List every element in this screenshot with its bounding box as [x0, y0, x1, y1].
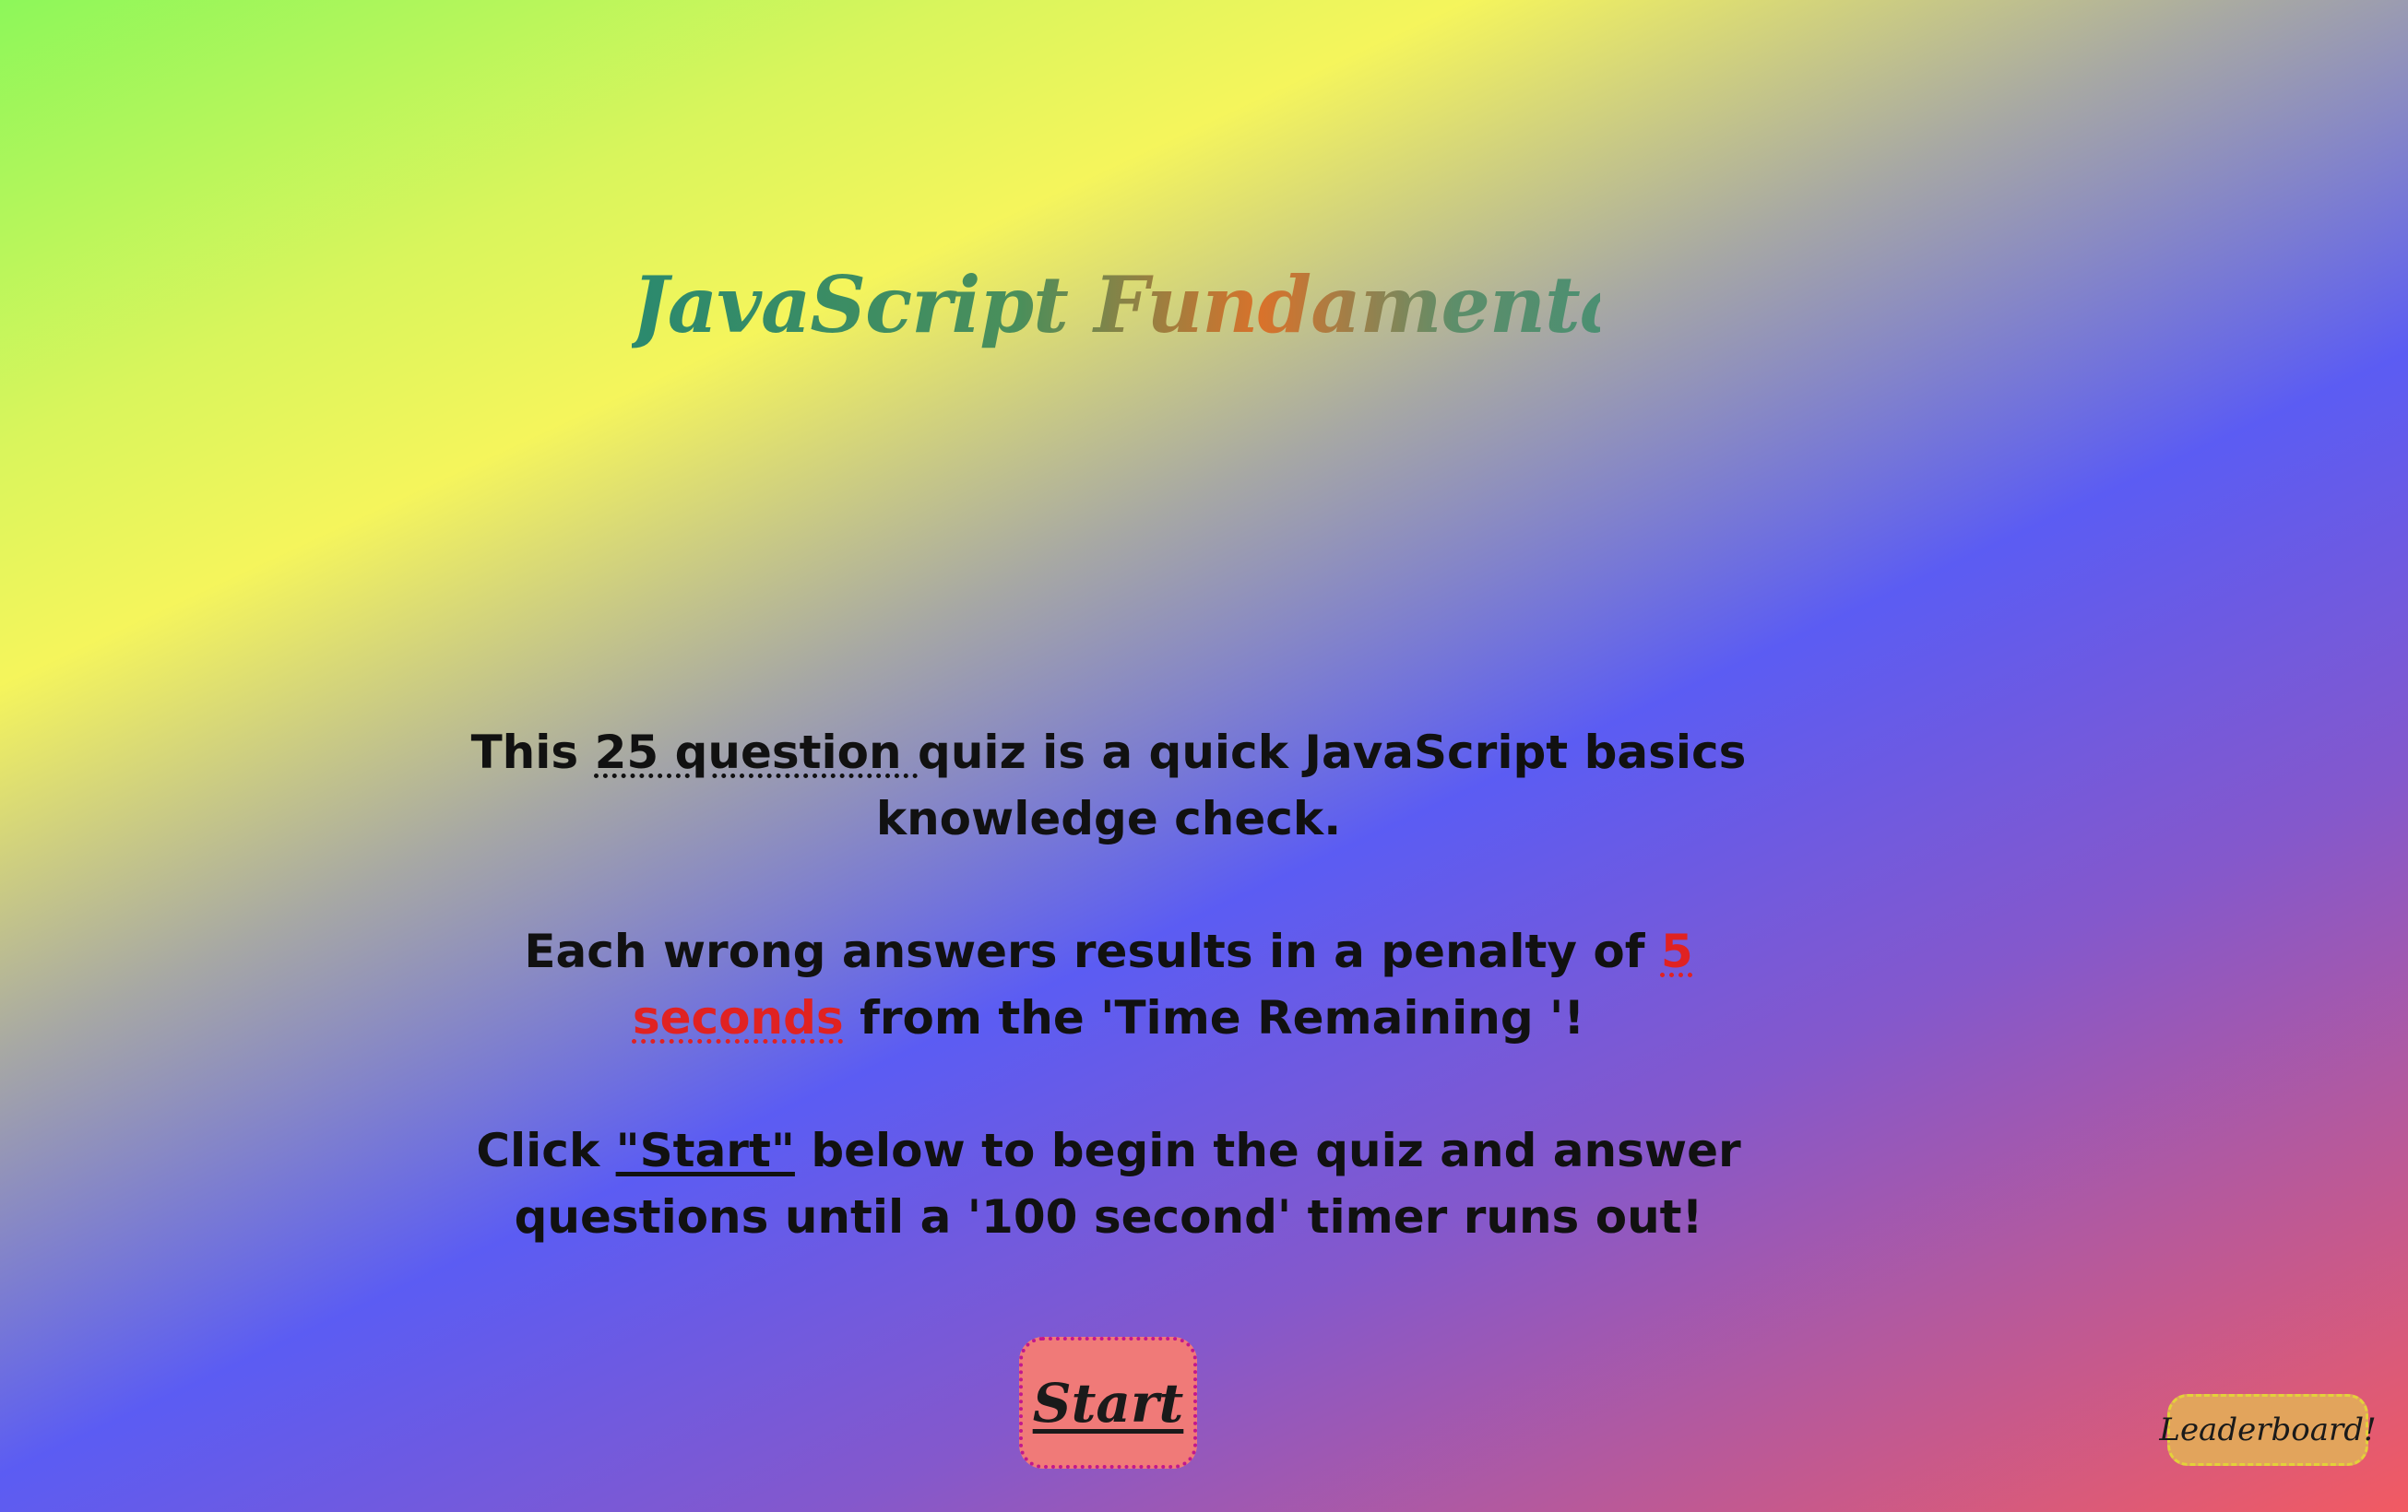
page-title: JavaScript Fundamentals Timed Quiz: [632, 241, 2214, 370]
quiz-instructions: This 25 question quiz is a quick JavaScr…: [277, 719, 1940, 1317]
instruction-3-prefix: Click: [476, 1124, 616, 1177]
question-count: 25 question: [594, 726, 919, 779]
instruction-paragraph-2: Each wrong answers results in a penalty …: [454, 918, 1763, 1051]
start-reference: "Start": [615, 1124, 795, 1177]
leaderboard-button[interactable]: Leaderboard!: [2159, 1394, 2377, 1466]
instruction-paragraph-1: This 25 question quiz is a quick JavaScr…: [454, 719, 1763, 852]
instruction-paragraph-3: Click "Start" below to begin the quiz an…: [362, 1117, 1856, 1250]
instruction-1-prefix: This: [470, 726, 595, 779]
start-button[interactable]: Start: [1019, 1337, 1197, 1469]
instruction-2-prefix: Each wrong answers results in a penalty …: [524, 925, 1661, 978]
instruction-2-suffix: from the 'Time Remaining '!: [843, 991, 1585, 1045]
instruction-1-suffix: quiz is a quick JavaScript basics knowle…: [875, 726, 1747, 845]
